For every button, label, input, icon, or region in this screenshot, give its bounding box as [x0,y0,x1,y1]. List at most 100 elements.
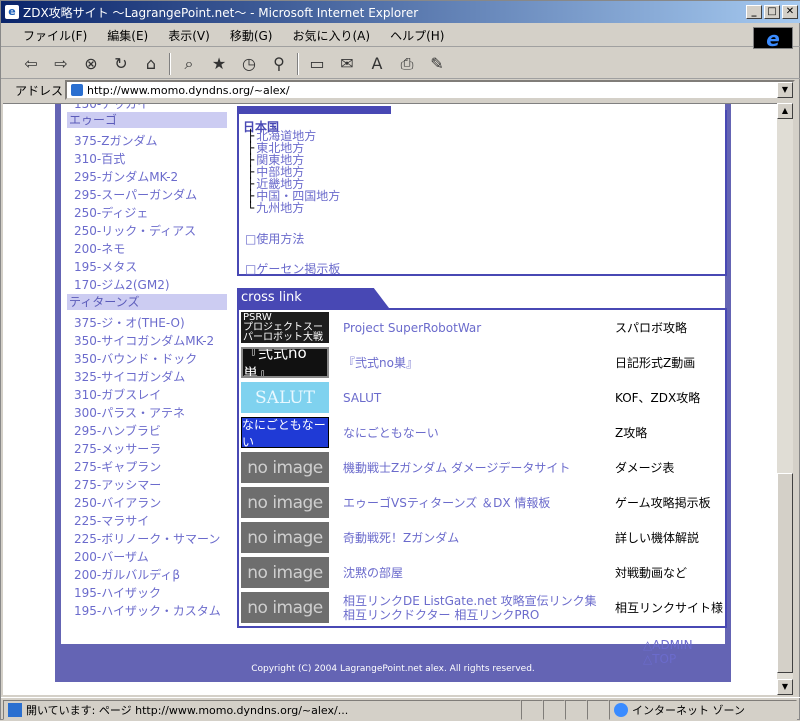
nav-item[interactable]: 325-サイコガンダム [67,368,227,386]
salut-banner[interactable]: SALUT [241,382,329,413]
no-image-banner[interactable]: no image [241,592,329,623]
copyright: Copyright (C) 2004 LagrangePoint.net ale… [251,664,535,674]
stop-icon[interactable]: ⊗ [79,52,103,76]
cross-desc: ゲーム攻略掲示板 [615,496,711,510]
nav-item[interactable]: 275-アッシマー [67,476,227,494]
cross-desc: 詳しい機体解説 [615,531,700,545]
scroll-down-icon[interactable]: ▼ [777,679,793,695]
nav-item[interactable]: 195-メタス [67,258,227,276]
nav-item[interactable]: 225-マラサイ [67,512,227,530]
nani-banner[interactable]: なにごともなーい [241,417,329,448]
forward-icon[interactable]: ⇨ [49,52,73,76]
favorites-icon[interactable]: ★ [207,52,231,76]
close-button[interactable]: ✕ [782,5,798,19]
no-image-banner[interactable]: no image [241,557,329,588]
menu-go[interactable]: 移動(G) [220,27,283,44]
scroll-thumb[interactable] [777,473,793,673]
nav-item[interactable]: 375-Zガンダム [67,132,227,150]
menu-favorites[interactable]: お気に入り(A) [282,27,380,44]
cross-desc: 日記形式Z動画 [615,356,696,370]
nav-item[interactable]: 310-ガブスレイ [67,386,227,404]
nav-item[interactable]: 350-バウンド・ドック [67,350,227,368]
nav-item[interactable]: 200-ネモ [67,240,227,258]
window-title: ZDX攻略サイト 〜LagrangePoint.net〜 - Microsoft… [23,5,419,20]
cross-link[interactable]: 沈黙の部屋 [343,566,605,580]
no-image-banner[interactable]: no image [241,522,329,553]
cross-desc: KOF、ZDX攻略 [615,391,701,405]
prefecture-tab [237,106,391,114]
cross-link[interactable]: 機動戦士Zガンダム ダメージデータサイト [343,461,605,475]
address-field[interactable]: http://www.momo.dyndns.org/~alex/ ▼ [65,80,795,100]
minimize-button[interactable]: _ [746,5,762,19]
mail-icon[interactable]: ✉ [335,52,359,76]
history-icon[interactable]: ◷ [237,52,261,76]
usage-link[interactable]: □使用方法 [245,230,304,247]
nav-item[interactable]: 295-ハンブラビ [67,422,227,440]
nav-item[interactable]: 300-パラス・アテネ [67,404,227,422]
status-text-area: 開いています: ページ http://www.momo.dyndns.org/~… [3,699,521,720]
nav-item[interactable]: 150-アッガイ [67,104,227,112]
dropdown-icon[interactable]: ▼ [777,82,793,98]
cross-link[interactable]: 相互リンクDE ListGate.net 攻略宣伝リンク集 相互リンクドクター … [343,594,605,622]
nav-item[interactable]: 250-リック・ディアス [67,222,227,240]
region-link[interactable]: └ 九州地方 [247,202,340,214]
group-titans-header: ティターンズ [67,294,227,310]
status-bar: 開いています: ページ http://www.momo.dyndns.org/~… [1,697,800,721]
admin-link[interactable]: △ADMIN [643,638,693,652]
font-icon[interactable]: A [365,52,389,76]
menu-help[interactable]: ヘルプ(H) [380,27,454,44]
menu-bar: ファイル(F) 編集(E) 表示(V) 移動(G) お気に入り(A) ヘルプ(H… [1,25,800,47]
bbs-link[interactable]: □ゲーセン掲示板 [245,260,340,277]
edit-icon[interactable]: ✎ [425,52,449,76]
home-icon[interactable]: ⌂ [139,52,163,76]
page-frame: 150-アッガイ エゥーゴ 375-Zガンダム 310-百式 295-ガンダムM… [55,104,731,682]
cross-link[interactable]: Project SuperRobotWar [343,321,605,335]
back-icon[interactable]: ⇦ [19,52,43,76]
search-icon[interactable]: ⌕ [177,52,201,76]
cross-link-row: no image 沈黙の部屋 対戦動画など [241,555,723,590]
cross-link[interactable]: SALUT [343,391,605,405]
nav-item[interactable]: 195-ハイザック [67,584,227,602]
nav-item[interactable]: 200-ガルバルディβ [67,566,227,584]
nav-item[interactable]: 375-ジ・オ(THE-O) [67,314,227,332]
maximize-button[interactable]: □ [764,5,780,19]
no-image-banner[interactable]: no image [241,452,329,483]
nav-item[interactable]: 275-メッサーラ [67,440,227,458]
menu-view[interactable]: 表示(V) [158,27,220,44]
print-icon[interactable]: ⎙ [395,52,419,76]
menu-edit[interactable]: 編集(E) [97,27,158,44]
cross-link-row: no image 機動戦士Zガンダム ダメージデータサイト ダメージ表 [241,450,723,485]
cross-link[interactable]: なにごともなーい [343,426,605,440]
cross-link-row: no image 相互リンクDE ListGate.net 攻略宣伝リンク集 相… [241,590,723,625]
nav-item[interactable]: 250-ディジェ [67,204,227,222]
shiki-banner[interactable]: 『弐式no巣』 [241,347,329,378]
fullscreen-icon[interactable]: ▭ [305,52,329,76]
no-image-banner[interactable]: no image [241,487,329,518]
toolbar: ⇦ ⇨ ⊗ ↻ ⌂ ⌕ ★ ◷ ⚲ ▭ ✉ A ⎙ ✎ [1,49,800,79]
zone-label: インターネット ゾーン [632,703,745,717]
address-url[interactable]: http://www.momo.dyndns.org/~alex/ [87,84,290,97]
psrw-banner[interactable]: PSRW プロジェクトスーパーロボット大戦 [241,312,329,343]
channels-icon[interactable]: ⚲ [267,52,291,76]
refresh-icon[interactable]: ↻ [109,52,133,76]
nav-item[interactable]: 200-バーザム [67,548,227,566]
cross-link[interactable]: エゥーゴVSティターンズ ＆DX 情報板 [343,496,605,510]
scroll-up-icon[interactable]: ▲ [777,103,793,119]
nav-item[interactable]: 310-百式 [67,150,227,168]
nav-item[interactable]: 250-バイアラン [67,494,227,512]
cross-link[interactable]: 奇動戦死！Zガンダム [343,531,605,545]
nav-item[interactable]: 275-ギャプラン [67,458,227,476]
cross-desc: 相互リンクサイト様 [614,601,723,615]
nav-item[interactable]: 195-ハイザック・カスタム [67,602,227,620]
cross-link[interactable]: 『弐式no巣』 [343,356,605,370]
nav-item[interactable]: 295-ガンダムMK-2 [67,168,227,186]
menu-file[interactable]: ファイル(F) [13,27,97,44]
cross-link-row: 『弐式no巣』 『弐式no巣』 日記形式Z動画 [241,345,723,380]
nav-item[interactable]: 350-サイコガンダムMK-2 [67,332,227,350]
nav-item[interactable]: 170-ジム2(GM2) [67,276,227,294]
nav-item[interactable]: 225-ボリノーク・サマーン [67,530,227,548]
vertical-scrollbar[interactable]: ▲ ▼ [777,103,793,695]
nav-item[interactable]: 295-スーパーガンダム [67,186,227,204]
page-content: 150-アッガイ エゥーゴ 375-Zガンダム 310-百式 295-ガンダムM… [61,104,727,666]
status-cell [543,699,565,720]
